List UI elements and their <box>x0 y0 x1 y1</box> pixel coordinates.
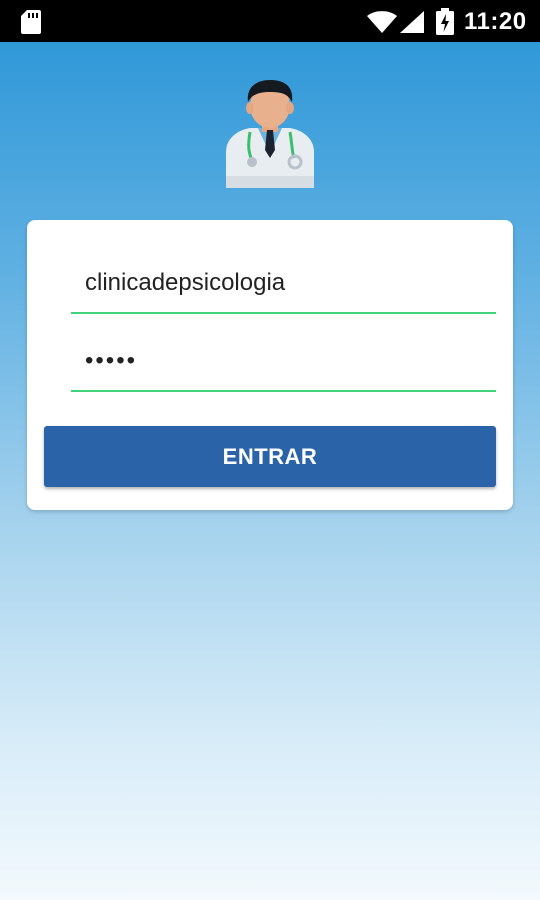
status-bar: 11:20 <box>0 0 540 42</box>
status-clock: 11:20 <box>464 8 527 35</box>
wifi-icon <box>367 11 397 33</box>
sd-card-icon <box>21 10 41 34</box>
username-field[interactable] <box>71 254 496 314</box>
enter-button[interactable]: ENTRAR <box>44 426 496 487</box>
password-field[interactable] <box>71 332 496 392</box>
battery-icon <box>436 8 454 35</box>
doctor-avatar-icon <box>226 80 314 188</box>
signal-icon <box>400 11 424 33</box>
login-card: ENTRAR <box>27 220 513 510</box>
